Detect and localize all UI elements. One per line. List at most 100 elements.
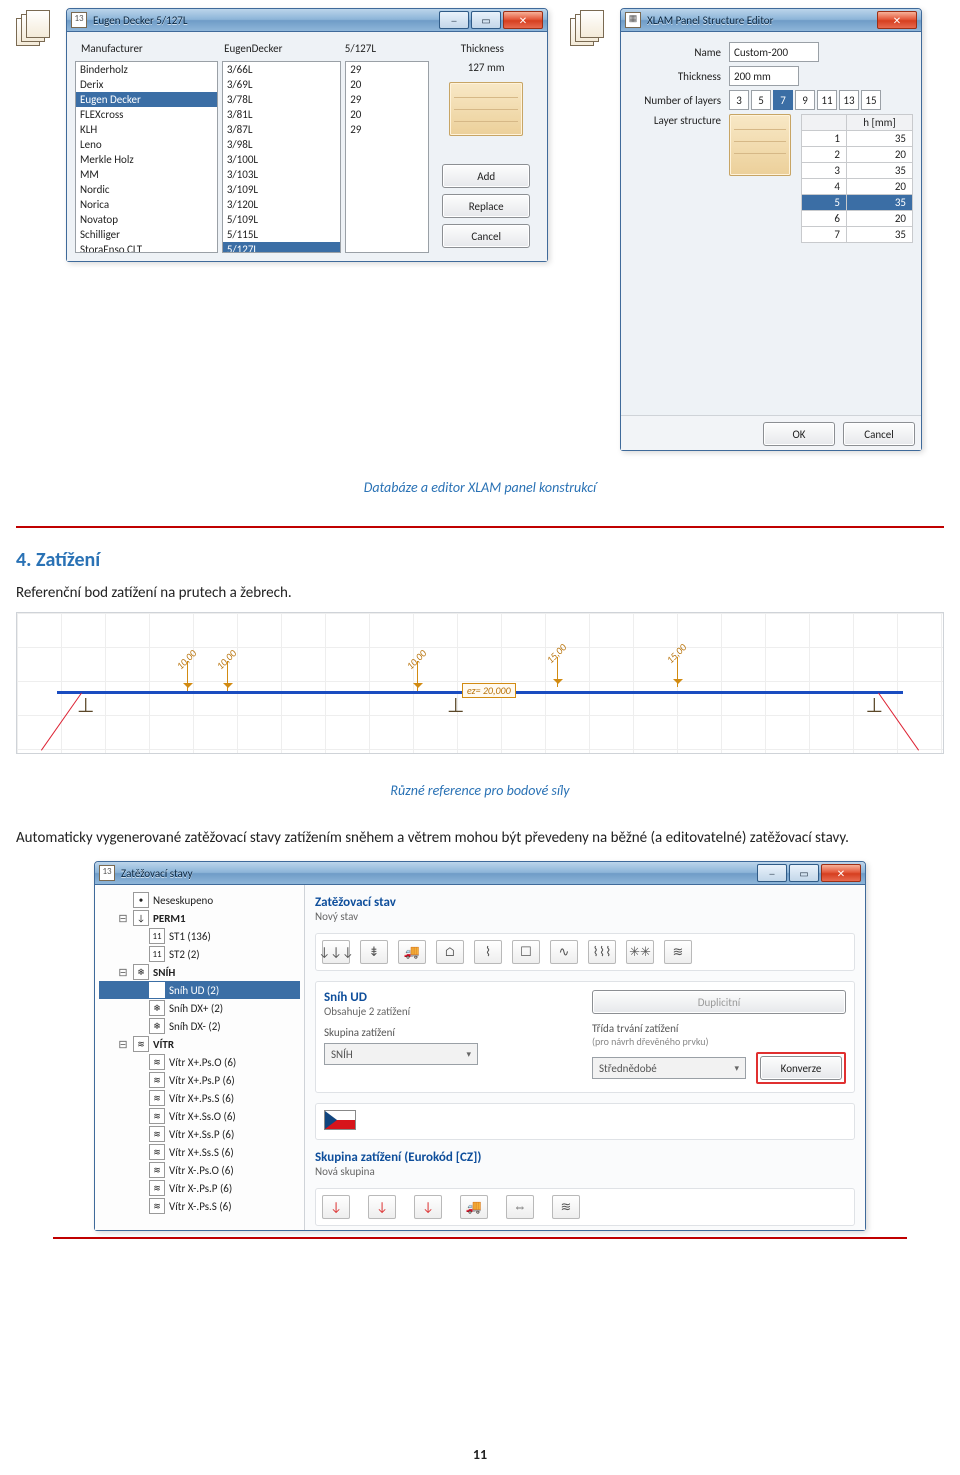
type-icon[interactable]: ∿ <box>550 940 578 964</box>
type-icon-row[interactable]: ↓↓↓⇟🚚⌂⌇☐∿⌇⌇⌇✳✳≋ <box>315 933 855 971</box>
list-item[interactable]: 29 <box>346 122 428 137</box>
type-icon[interactable]: ✳✳ <box>626 940 654 964</box>
tree-node[interactable]: ≋Vítr X-.Ps.S (6) <box>99 1197 300 1215</box>
list-item[interactable]: 3/98L <box>223 137 340 152</box>
type-icon[interactable]: ↓ <box>322 1195 350 1219</box>
list-item[interactable]: 5/109L <box>223 212 340 227</box>
type-icon[interactable]: ⇔ <box>506 1195 534 1219</box>
list-item[interactable]: FLEXcross <box>76 107 217 122</box>
list-item[interactable]: 3/81L <box>223 107 340 122</box>
tree-node[interactable]: ≋Vítr X+.Ss.S (6) <box>99 1143 300 1161</box>
list-item[interactable]: 20 <box>346 77 428 92</box>
tree-node[interactable]: ⊟❄SNÍH <box>99 963 300 981</box>
cancel-button[interactable]: Cancel <box>442 224 530 248</box>
titlebar[interactable]: 13 Zatěžovací stavy ─ ▭ ✕ <box>95 862 865 885</box>
type-list[interactable]: 3/66L3/69L3/78L3/81L3/87L3/98L3/100L3/10… <box>222 61 341 253</box>
tree-node[interactable]: ≋Vítr X+.Ps.O (6) <box>99 1053 300 1071</box>
tree-view[interactable]: •Neseskupeno⊟↓PERM111ST1 (136)11ST2 (2)⊟… <box>95 885 305 1230</box>
tree-node[interactable]: 11ST1 (136) <box>99 927 300 945</box>
cancel-button[interactable]: Cancel <box>843 422 915 446</box>
maximize-button[interactable]: ▭ <box>789 864 819 882</box>
type-icon[interactable]: ⌇⌇⌇ <box>588 940 616 964</box>
type-icon[interactable]: 🚚 <box>460 1195 488 1219</box>
layer-table[interactable]: h [mm] 135220335420535620735 <box>801 114 913 243</box>
table-row[interactable]: 420 <box>802 179 913 195</box>
tree-node[interactable]: ⊟↓PERM1 <box>99 909 300 927</box>
tree-node[interactable]: ≋Vítr X+.Ss.P (6) <box>99 1125 300 1143</box>
tree-node[interactable]: ≋Vítr X+.Ps.P (6) <box>99 1071 300 1089</box>
tree-node[interactable]: ❄Sníh UD (2) <box>99 981 300 999</box>
type-icon[interactable]: ☐ <box>512 940 540 964</box>
segment[interactable]: 15 <box>861 90 881 110</box>
tree-node[interactable]: •Neseskupeno <box>99 891 300 909</box>
tree-node[interactable]: ⊟≋VÍTR <box>99 1035 300 1053</box>
close-button[interactable]: ✕ <box>503 11 543 29</box>
table-row[interactable]: 535 <box>802 195 913 211</box>
list-item[interactable]: 3/100L <box>223 152 340 167</box>
duration-select[interactable]: Střednědobé▾ <box>592 1057 746 1079</box>
minimize-button[interactable]: ─ <box>757 864 787 882</box>
type-icon[interactable]: 🚚 <box>398 940 426 964</box>
segment[interactable]: 7 <box>773 90 793 110</box>
type-icon[interactable]: ⌂ <box>436 940 464 964</box>
segment[interactable]: 9 <box>795 90 815 110</box>
list-item[interactable]: Merkle Holz <box>76 152 217 167</box>
tree-node[interactable]: ≋Vítr X+.Ps.S (6) <box>99 1089 300 1107</box>
tree-node[interactable]: ≋Vítr X+.Ss.O (6) <box>99 1107 300 1125</box>
manufacturer-list[interactable]: BinderholzDerixEugen DeckerFLEXcrossKLHL… <box>75 61 218 253</box>
maximize-button[interactable]: ▭ <box>471 11 501 29</box>
list-item[interactable]: MM <box>76 167 217 182</box>
list-item[interactable]: 20 <box>346 107 428 122</box>
list-item[interactable]: 29 <box>346 92 428 107</box>
type-icon[interactable]: ⌇ <box>474 940 502 964</box>
list-item[interactable]: KLH <box>76 122 217 137</box>
table-row[interactable]: 135 <box>802 131 913 147</box>
close-button[interactable]: ✕ <box>821 864 861 882</box>
list-item[interactable]: Derix <box>76 77 217 92</box>
name-input[interactable]: Custom-200 <box>729 42 819 62</box>
titlebar[interactable]: ▦ XLAM Panel Structure Editor ✕ <box>621 9 921 32</box>
table-row[interactable]: 335 <box>802 163 913 179</box>
list-item[interactable]: Binderholz <box>76 62 217 77</box>
list-item[interactable]: 3/109L <box>223 182 340 197</box>
tree-node[interactable]: ❄Sníh DX- (2) <box>99 1017 300 1035</box>
list-item[interactable]: 5/115L <box>223 227 340 242</box>
thickness-input[interactable]: 200 mm <box>729 66 799 86</box>
tree-node[interactable]: 11ST2 (2) <box>99 945 300 963</box>
table-row[interactable]: 735 <box>802 227 913 243</box>
duplicate-button[interactable]: Duplicitní <box>592 990 846 1014</box>
tree-node[interactable]: ❄Sníh DX+ (2) <box>99 999 300 1017</box>
list-item[interactable]: Schilliger <box>76 227 217 242</box>
minimize-button[interactable]: ─ <box>439 11 469 29</box>
table-row[interactable]: 620 <box>802 211 913 227</box>
list-item[interactable]: 3/87L <box>223 122 340 137</box>
type-icon[interactable]: ↓ <box>414 1195 442 1219</box>
col3-list[interactable]: 2920292029 <box>345 61 429 253</box>
ok-button[interactable]: OK <box>763 422 835 446</box>
segment[interactable]: 11 <box>817 90 837 110</box>
list-item[interactable]: Novatop <box>76 212 217 227</box>
segment[interactable]: 5 <box>751 90 771 110</box>
type-icon[interactable]: ↓ <box>368 1195 396 1219</box>
close-button[interactable]: ✕ <box>877 11 917 29</box>
list-item[interactable]: Nordic <box>76 182 217 197</box>
list-item[interactable]: 3/69L <box>223 77 340 92</box>
list-item[interactable]: StoraEnso CLT <box>76 242 217 253</box>
convert-button[interactable]: Konverze <box>760 1056 842 1080</box>
type-icon[interactable]: ↓↓↓ <box>322 940 350 964</box>
segment[interactable]: 13 <box>839 90 859 110</box>
list-item[interactable]: 3/120L <box>223 197 340 212</box>
type-icon[interactable]: ⇟ <box>360 940 388 964</box>
list-item[interactable]: 3/66L <box>223 62 340 77</box>
list-item[interactable]: 29 <box>346 62 428 77</box>
list-item[interactable]: 3/78L <box>223 92 340 107</box>
tree-node[interactable]: ≋Vítr X-.Ps.O (6) <box>99 1161 300 1179</box>
list-item[interactable]: 3/103L <box>223 167 340 182</box>
list-item[interactable]: Norica <box>76 197 217 212</box>
list-item[interactable]: 5/127L <box>223 242 340 253</box>
group-icon-row[interactable]: ↓↓↓🚚⇔≋ <box>315 1188 855 1226</box>
titlebar[interactable]: 13 Eugen Decker 5/127L ─ ▭ ✕ <box>67 9 547 32</box>
replace-button[interactable]: Replace <box>442 194 530 218</box>
list-item[interactable]: Leno <box>76 137 217 152</box>
segment[interactable]: 3 <box>729 90 749 110</box>
